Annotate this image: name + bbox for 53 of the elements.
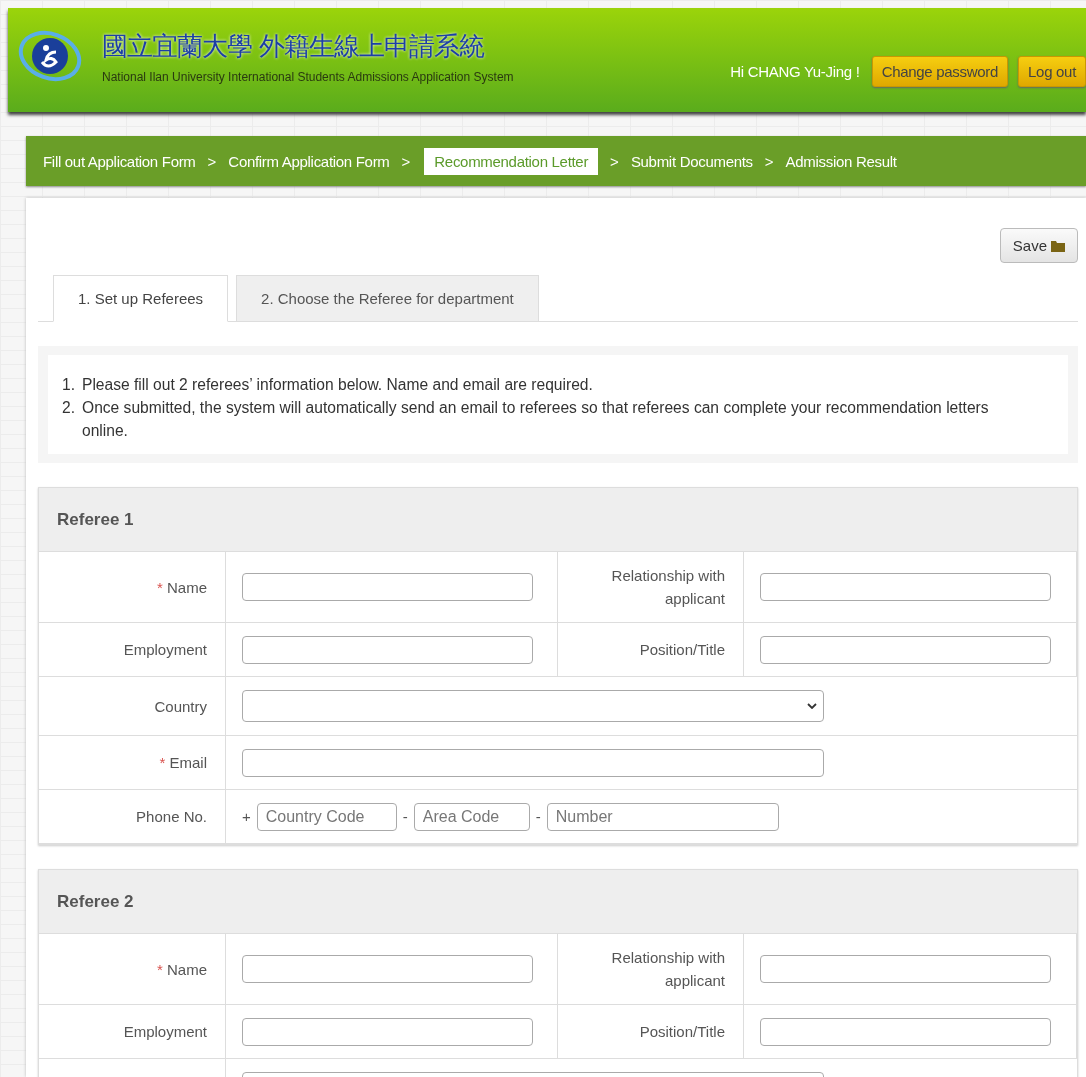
field-label: Relationship with applicant — [610, 566, 725, 609]
phone-field[interactable]: Country Code — [256, 802, 397, 831]
dash-sign: - — [402, 808, 408, 825]
greeting-text: Hi CHANG Yu-Jing ! — [730, 62, 860, 80]
field-label: Relationship with applicant — [610, 948, 725, 991]
note-text: Once submitted, the system will automatically send an email to referees so that referees can complete your recommendation letters online. — [82, 398, 990, 441]
field-label: Phone No. — [136, 807, 207, 827]
email-field[interactable] — [242, 748, 824, 777]
country-dropdown[interactable] — [242, 690, 824, 722]
field-label: Employment — [123, 1022, 207, 1042]
save-button[interactable]: Save — [999, 228, 1078, 263]
text-field[interactable] — [242, 635, 533, 664]
field-label: * Name — [156, 959, 207, 980]
tab[interactable]: 1. Set up Referees — [53, 275, 229, 322]
step-separator: > — [764, 152, 774, 170]
text-field[interactable] — [760, 635, 1051, 664]
card-title: Referee 1 — [57, 509, 134, 530]
site-subtitle: National Ilan University International Students Admissions Application System — [102, 69, 514, 84]
text-field[interactable] — [242, 1017, 533, 1046]
field-label: Position/Title — [639, 1022, 725, 1042]
text-field[interactable] — [242, 573, 533, 601]
field-label: Employment — [123, 640, 207, 660]
field-label: * Name — [156, 577, 207, 598]
field-label: * Email — [159, 753, 207, 773]
folder-icon — [1051, 239, 1065, 252]
note-number: 1. — [62, 375, 76, 395]
field-label: Country — [154, 696, 207, 717]
text-field[interactable] — [760, 1017, 1051, 1046]
card-title: Referee 2 — [57, 891, 134, 912]
plus-sign: + — [242, 808, 251, 825]
step-link[interactable]: Confirm Application Form — [228, 152, 390, 170]
tab[interactable]: 2. Choose the Referee for department — [236, 275, 539, 322]
university-logo — [18, 28, 82, 84]
text-field[interactable] — [242, 955, 533, 983]
step-separator: > — [207, 152, 217, 170]
step-link[interactable]: Submit Documents — [630, 152, 753, 170]
field-label: Position/Title — [639, 640, 725, 660]
logout-button[interactable]: Log out — [1018, 55, 1086, 87]
note-number: 2. — [62, 398, 76, 418]
step-separator: > — [401, 152, 411, 170]
text-field[interactable] — [760, 955, 1051, 983]
text-field[interactable] — [760, 573, 1051, 601]
step-link[interactable]: Admission Result — [785, 152, 897, 170]
chevron-down-icon — [807, 703, 817, 709]
site-title: 國立宜蘭大學 外籍生線上申請系統 — [102, 29, 486, 63]
phone-field[interactable]: Area Code — [413, 802, 530, 831]
dash-sign: - — [535, 808, 541, 825]
change-password-button[interactable]: Change password — [871, 55, 1009, 87]
step-separator: > — [610, 152, 619, 170]
step-link[interactable]: Fill out Application Form — [43, 152, 196, 170]
note-text: Please fill out 2 referees’ information below. Name and email are required. — [82, 375, 593, 395]
step-link[interactable]: Recommendation Letter — [424, 147, 599, 175]
phone-field[interactable]: Number — [546, 802, 779, 831]
